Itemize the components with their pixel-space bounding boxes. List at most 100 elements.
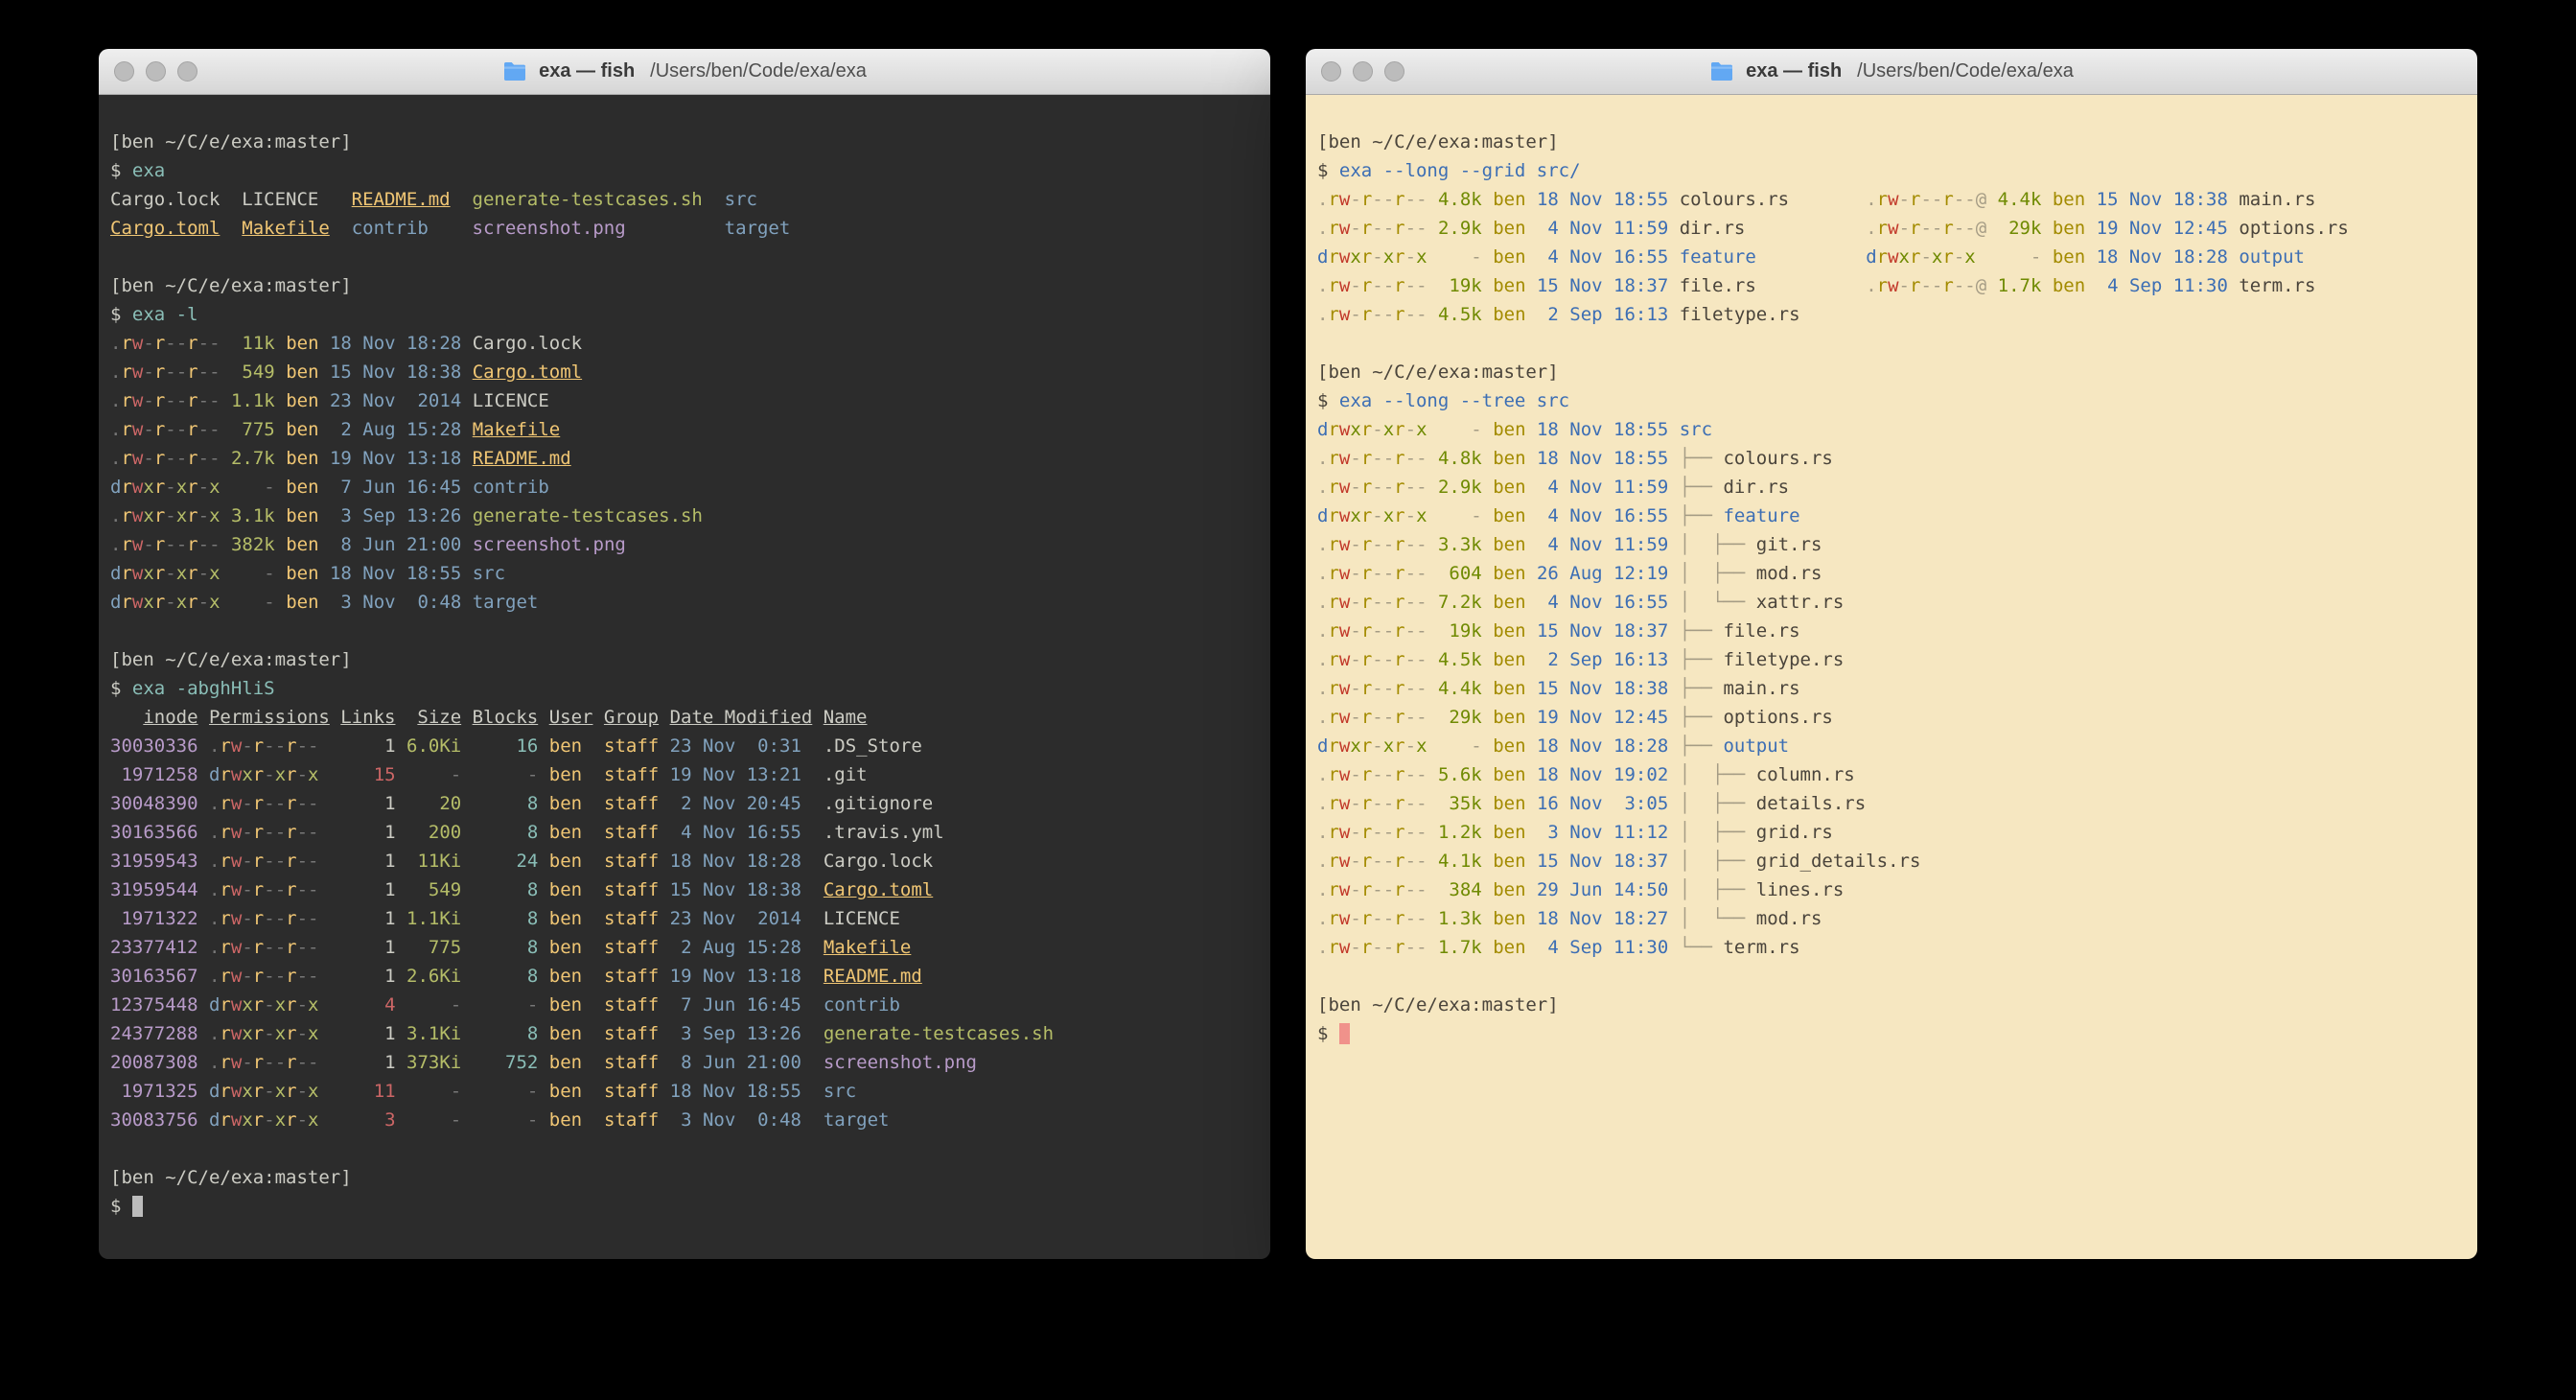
terminal-text-segment [319, 966, 341, 987]
terminal-text-segment: r [286, 879, 296, 900]
zoom-button[interactable] [177, 61, 197, 82]
terminal-text-segment: - [1405, 419, 1416, 440]
terminal-text-segment: r [1942, 275, 1953, 296]
terminal-text-segment: r [1328, 735, 1338, 757]
terminal-text-segment: 1.1k [231, 390, 275, 411]
close-button[interactable] [114, 61, 134, 82]
terminal-text-segment [319, 477, 330, 498]
terminal-text-segment: r [1328, 937, 1338, 958]
terminal-text-segment: w [1339, 793, 1350, 814]
terminal-text-segment [538, 1023, 548, 1044]
zoom-button[interactable] [1384, 61, 1404, 82]
terminal-text-segment: 4 Nov 11:59 [1537, 534, 1668, 555]
terminal-text-segment [582, 822, 604, 843]
terminal-text-segment: x [143, 563, 153, 584]
terminal-text-segment: x [1932, 246, 1942, 268]
terminal-text-segment: x [1383, 419, 1394, 440]
terminal-text-segment: r [1328, 707, 1338, 728]
terminal-text-segment: ben [549, 937, 582, 958]
terminal-text-segment: ├── [1680, 649, 1724, 670]
terminal-text-segment: ben [1493, 649, 1525, 670]
terminal-text-segment: - [165, 534, 175, 555]
terminal-text-segment: w [231, 966, 242, 987]
terminal-text-segment: mod.rs [1756, 908, 1822, 929]
terminal-text-segment [582, 937, 604, 958]
terminal-text-segment: r [1328, 563, 1338, 584]
terminal-text-segment: - [1932, 218, 1942, 239]
terminal-text-segment: - [1899, 275, 1910, 296]
terminal-text-segment: - [1416, 592, 1427, 613]
terminal-text-segment [1427, 851, 1438, 872]
terminal-text-segment: x [176, 477, 187, 498]
terminal-text-segment: - [297, 822, 308, 843]
close-button[interactable] [1321, 61, 1341, 82]
terminal-text-segment: git.rs [1756, 534, 1822, 555]
terminal-text-segment [461, 534, 472, 555]
terminal-text-segment: r [1361, 592, 1372, 613]
terminal-text-segment: 1 [340, 966, 395, 987]
terminal-text-segment [275, 448, 286, 469]
terminal-text-segment [1427, 764, 1438, 785]
terminal-text-segment: ben [549, 793, 582, 814]
terminal-text-segment: - [1372, 477, 1382, 498]
terminal-line: .rw-r--r-- 19k ben 15 Nov 18:37 ├── file… [1317, 617, 2468, 645]
terminal-text-segment: r [1361, 620, 1372, 642]
terminal-text-segment: . [1866, 218, 1876, 239]
terminal-text-segment [220, 390, 231, 411]
terminal-text-segment: contrib [352, 218, 429, 239]
terminal-text-segment: x [1416, 505, 1427, 526]
terminal-text-segment: r [1910, 246, 1920, 268]
terminal-text-segment [582, 1023, 604, 1044]
terminal-line: 31959544 .rw-r--r-- 1 549 8 ben staff 15… [110, 875, 1261, 904]
terminal-text-segment: w [1888, 246, 1898, 268]
terminal-text-segment: - [143, 390, 153, 411]
terminal-text-segment [2041, 275, 2052, 296]
terminal-text-segment [330, 707, 340, 728]
terminal-text-segment: - [1405, 477, 1416, 498]
terminal-text-segment: ben [549, 1081, 582, 1102]
terminal-text-segment: Cargo.lock LICENCE [110, 189, 352, 210]
terminal-text-segment: w [231, 908, 242, 929]
terminal-output-dark[interactable]: [ben ~/C/e/exa:master]$ exaCargo.lock LI… [99, 95, 1270, 1259]
terminal-text-segment: . [1317, 218, 1328, 239]
terminal-text-segment: 775 [406, 937, 461, 958]
terminal-text-segment: 30163567 [110, 966, 198, 987]
titlebar[interactable]: exa — fish /Users/ben/Code/exa/exa [99, 49, 1270, 95]
terminal-text-segment: 1.1Ki [406, 908, 461, 929]
minimize-button[interactable] [1353, 61, 1373, 82]
terminal-text-segment [319, 362, 330, 383]
minimize-button[interactable] [146, 61, 166, 82]
terminal-text-segment: 19 Nov 12:45 [2097, 218, 2228, 239]
terminal-text-segment: x [275, 764, 286, 785]
terminal-text-segment: - [1964, 218, 1975, 239]
terminal-output-light[interactable]: [ben ~/C/e/exa:master]$ exa --long --gri… [1306, 95, 2477, 1259]
terminal-text-segment: . [1317, 707, 1328, 728]
terminal-text-segment: 1971325 [110, 1081, 198, 1102]
terminal-text-segment: r [1361, 879, 1372, 900]
terminal-line: .rw-r--r-- 35k ben 16 Nov 3:05 │ ├── det… [1317, 789, 2468, 818]
terminal-text-segment: r [1394, 304, 1404, 325]
terminal-text-segment [1668, 851, 1679, 872]
terminal-text-segment: r [1361, 793, 1372, 814]
terminal-text-segment: 23 Nov 2014 [330, 390, 461, 411]
terminal-text-segment: - [1372, 707, 1382, 728]
terminal-text-segment: r [1394, 419, 1404, 440]
terminal-text-segment: 775 [231, 419, 275, 440]
terminal-text-segment [1482, 304, 1493, 325]
terminal-text-segment: │ ├── [1680, 764, 1756, 785]
terminal-text-segment: - [1372, 937, 1382, 958]
terminal-text-segment: - [165, 390, 175, 411]
terminal-text-segment: ├── [1680, 678, 1724, 699]
terminal-text-segment: - [1954, 275, 1964, 296]
terminal-text-segment: - [1350, 851, 1360, 872]
terminal-text-segment: 4 Nov 16:55 [670, 822, 801, 843]
terminal-text-segment: - [242, 966, 252, 987]
terminal-text-segment: r [187, 390, 197, 411]
terminal-text-segment [2228, 189, 2239, 210]
terminal-text-segment: . [110, 419, 121, 440]
terminal-text-segment: - [1372, 678, 1382, 699]
terminal-text-segment: r [187, 563, 197, 584]
terminal-text-segment: 549 [231, 362, 275, 383]
terminal-text-segment: . [1317, 275, 1328, 296]
titlebar[interactable]: exa — fish /Users/ben/Code/exa/exa [1306, 49, 2477, 95]
